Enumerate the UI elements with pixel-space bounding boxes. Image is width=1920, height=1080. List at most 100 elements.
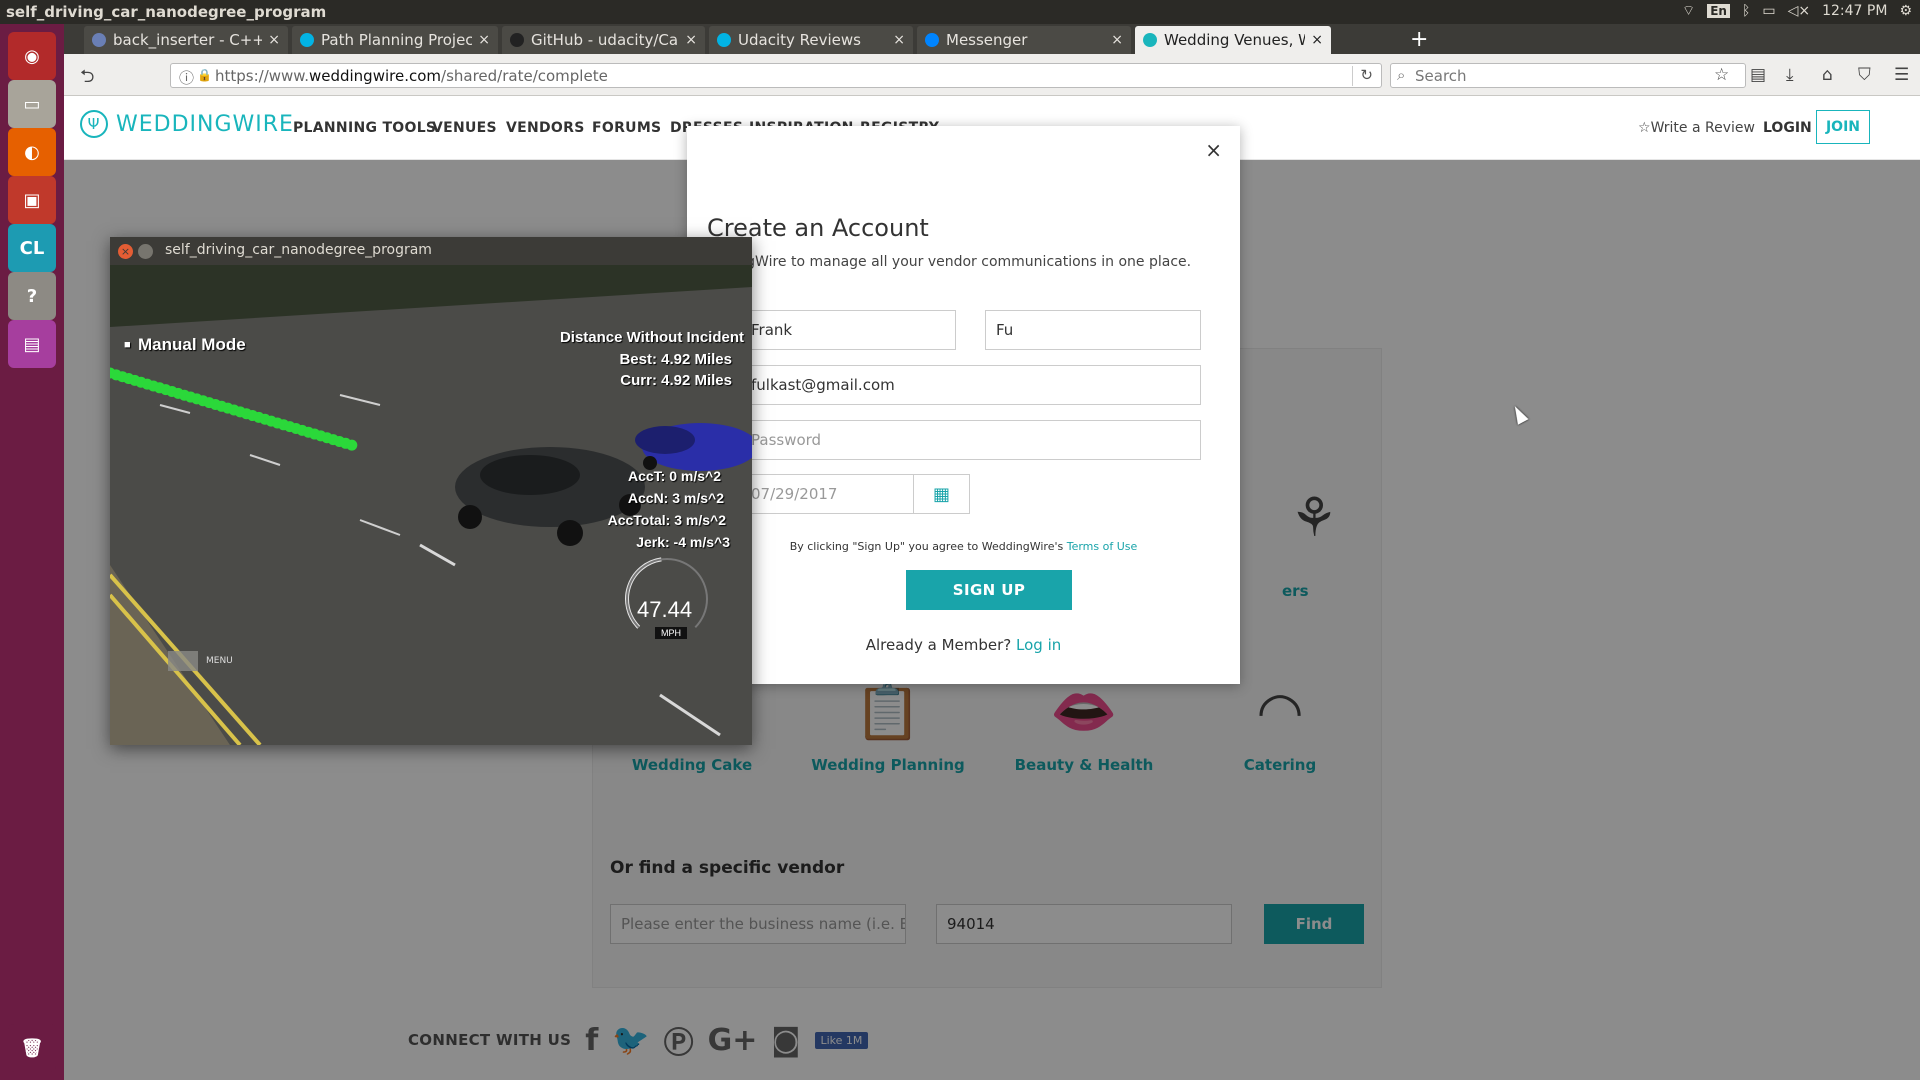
clion-icon[interactable]: CL: [8, 224, 56, 272]
pocket-icon[interactable]: ⛉: [1858, 65, 1871, 85]
close-icon[interactable]: ×: [1205, 138, 1222, 162]
nav-planning-tools[interactable]: PLANNING TOOLS: [293, 120, 436, 136]
top-panel: self_driving_car_nanodegree_program ⌔ En…: [0, 0, 1920, 24]
new-tab-icon[interactable]: +: [1410, 27, 1428, 52]
clock[interactable]: 12:47 PM: [1822, 3, 1887, 19]
files-icon[interactable]: ▭: [8, 80, 56, 128]
bluetooth-icon[interactable]: ᛒ: [1742, 3, 1750, 19]
back-arrow-icon[interactable]: ⮌: [80, 64, 94, 94]
wedding-date-field[interactable]: 07/29/2017: [740, 474, 914, 514]
simulator-window[interactable]: × self_driving_car_nanodegree_program ■ …: [110, 237, 752, 745]
download-icon[interactable]: ⤓: [1786, 65, 1794, 85]
write-review-link[interactable]: ☆Write a Review: [1638, 120, 1755, 136]
tab-favicon-icon: [510, 33, 524, 47]
simulator-window-title: self_driving_car_nanodegree_program: [165, 242, 432, 258]
browser-tab[interactable]: Messenger ×: [917, 26, 1131, 54]
modal-subtitle: eddingWire to manage all your vendor com…: [707, 254, 1192, 270]
password-field[interactable]: Password: [740, 420, 1201, 460]
url-bar[interactable]: ⓘ 🔒 https://www.weddingwire.com/shared/r…: [170, 63, 1382, 88]
logo-text: WEDDINGWIRE: [116, 111, 294, 137]
join-button[interactable]: JOIN: [1816, 110, 1870, 144]
login-link[interactable]: LOGIN: [1763, 120, 1812, 136]
nav-forums[interactable]: FORUMS: [592, 120, 661, 136]
firefox-icon[interactable]: ◐: [8, 128, 56, 176]
info-icon[interactable]: ⓘ: [179, 67, 194, 88]
tab-close-icon[interactable]: ×: [268, 32, 280, 48]
volume-icon[interactable]: ◁×: [1788, 3, 1811, 19]
power-gear-icon[interactable]: ⚙: [1899, 3, 1912, 19]
tab-close-icon[interactable]: ×: [478, 32, 490, 48]
hamburger-menu-icon[interactable]: ☰: [1894, 65, 1909, 85]
current-distance: Curr: 4.92 Miles: [620, 372, 732, 389]
search-bar[interactable]: ⌕ Search: [1390, 63, 1746, 88]
tab-favicon-icon: [300, 33, 314, 47]
star-icon: ☆: [1638, 120, 1651, 136]
tab-label: back_inserter - C++ Ref: [113, 31, 263, 49]
nav-vendors[interactable]: VENDORS: [506, 120, 585, 136]
simulator-titlebar[interactable]: × self_driving_car_nanodegree_program: [110, 237, 752, 265]
already-member: Already a Member? Log in: [687, 636, 1240, 654]
window-close-icon[interactable]: ×: [118, 244, 133, 259]
tab-bar: back_inserter - C++ Ref×Path Planning Pr…: [64, 24, 1920, 54]
manual-mode-label: Manual Mode: [138, 335, 246, 354]
path-waypoint: [346, 439, 358, 451]
simulator-viewport[interactable]: ■ Manual Mode Distance Without Incident …: [110, 265, 752, 745]
speed-value: 47.44: [637, 597, 693, 622]
terms-notice: By clicking "Sign Up" you agree to Weddi…: [687, 540, 1240, 553]
reload-icon[interactable]: ↻: [1360, 66, 1373, 84]
help-icon[interactable]: ?: [8, 272, 56, 320]
simulator-icon[interactable]: ▤: [8, 320, 56, 368]
browser-tab[interactable]: back_inserter - C++ Ref ×: [84, 26, 288, 54]
tab-favicon-icon: [925, 33, 939, 47]
keyboard-indicator[interactable]: En: [1707, 4, 1730, 18]
mode-indicator-icon: ■: [124, 339, 131, 351]
tab-favicon-icon: [1143, 33, 1157, 47]
jerk-readout: Jerk: -4 m/s^3: [636, 534, 730, 550]
launcher: ◉ ▭ ◐ ▣ CL? ▤ 🗑: [0, 24, 64, 1080]
tab-close-icon[interactable]: ×: [893, 32, 905, 48]
best-distance: Best: 4.92 Miles: [619, 351, 732, 368]
tab-favicon-icon: [92, 33, 106, 47]
battery-icon[interactable]: ▭: [1762, 3, 1775, 19]
acc-n-readout: AccN: 3 m/s^2: [627, 490, 724, 506]
sign-up-button[interactable]: SIGN UP: [906, 570, 1072, 610]
acc-t-readout: AccT: 0 m/s^2: [628, 468, 721, 484]
browser-tab[interactable]: Path Planning Project ×: [292, 26, 498, 54]
bookmark-star-icon[interactable]: ☆: [1714, 65, 1729, 85]
tab-close-icon[interactable]: ×: [685, 32, 697, 48]
weddingwire-logo[interactable]: Ψ WEDDINGWIRE: [80, 110, 294, 138]
email-field[interactable]: fulkast@gmail.com: [740, 365, 1201, 405]
acc-total-readout: AccTotal: 3 m/s^2: [607, 512, 726, 528]
terminal-icon[interactable]: ▣: [8, 176, 56, 224]
active-window-title: self_driving_car_nanodegree_program: [6, 3, 327, 21]
tab-close-icon[interactable]: ×: [1311, 32, 1323, 48]
wifi-icon[interactable]: ⌔: [1682, 2, 1695, 20]
browser-tab[interactable]: Wedding Venues, Wed ×: [1135, 26, 1331, 54]
logo-mark-icon: Ψ: [80, 110, 108, 138]
menu-box-icon: [168, 651, 198, 671]
simulator-menu-button[interactable]: MENU: [168, 651, 233, 671]
tab-label: Udacity Reviews: [738, 31, 861, 49]
browser-tab[interactable]: GitHub - udacity/CarN ×: [502, 26, 705, 54]
ubuntu-dash-icon[interactable]: ◉: [8, 32, 56, 80]
tab-label: Path Planning Project: [321, 31, 473, 49]
calendar-icon[interactable]: ▦: [913, 474, 970, 514]
browser-tab[interactable]: Udacity Reviews ×: [709, 26, 913, 54]
trash-icon[interactable]: 🗑: [8, 1024, 56, 1072]
tab-close-icon[interactable]: ×: [1111, 32, 1123, 48]
search-icon: ⌕: [1397, 66, 1406, 84]
log-in-link[interactable]: Log in: [1016, 636, 1061, 654]
navigation-toolbar: ⮌ ⓘ 🔒 https://www.weddingwire.com/shared…: [64, 54, 1920, 96]
member-text: Already a Member?: [865, 636, 1012, 654]
nav-venues[interactable]: VENUES: [432, 120, 497, 136]
terms-of-use-link[interactable]: Terms of Use: [1067, 540, 1138, 553]
last-name-field[interactable]: Fu: [985, 310, 1201, 350]
first-name-field[interactable]: Frank: [740, 310, 956, 350]
menu-label: MENU: [206, 656, 233, 666]
tab-favicon-icon: [717, 33, 731, 47]
search-placeholder: Search: [1415, 67, 1467, 85]
reading-list-icon[interactable]: ▤: [1750, 65, 1766, 85]
window-minimize-icon[interactable]: [138, 244, 153, 259]
home-icon[interactable]: ⌂: [1822, 65, 1833, 85]
lock-icon: 🔒: [197, 68, 212, 82]
